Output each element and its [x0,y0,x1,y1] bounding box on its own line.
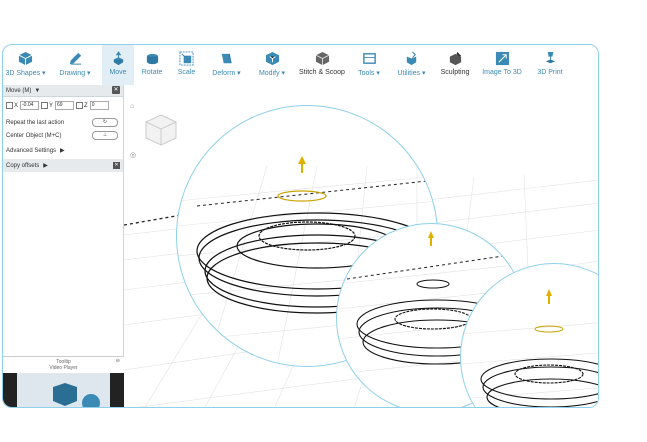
center-row: Center Object (M+C) ⊥ [3,129,123,142]
tool-label: 3D Print [537,69,563,76]
expand-arrow-icon: ▶ [60,148,65,154]
tool-stitch-scoop[interactable]: Stitch & Scoop [294,45,350,85]
video-player: Tooltip ⊖ Video Player [3,356,124,407]
move-panel: Move (M) ▼ ✕ X -0.04 Y 69 Z 0 Repeat the… [3,85,124,407]
target-icon[interactable]: ◎ [130,151,136,159]
view-cube[interactable] [144,113,178,147]
y-lock-checkbox[interactable] [41,102,49,109]
tool-image-to-3d[interactable]: Image To 3D [475,45,529,85]
close-icon[interactable]: ✕ [112,86,120,94]
tool-label: Image To 3D [482,69,522,76]
tool-label: Tools ▾ [358,70,380,77]
tool-label: Sculpting [440,69,470,76]
sculpt-icon [449,51,461,66]
video-preview [3,373,124,407]
tools-icon [362,53,376,64]
minimize-icon[interactable]: ⊖ [116,358,120,364]
tool-drawing[interactable]: Drawing ▾ [48,45,102,85]
print-icon [545,51,555,64]
close-icon[interactable]: ✕ [113,162,120,169]
pen-icon [69,52,81,65]
repeat-button[interactable]: ↻ [92,118,118,127]
tool-label: Modify ▾ [258,70,286,77]
expand-arrow-icon: ▶ [43,163,48,169]
tool-label: Deform ▾ [212,70,241,77]
image-3d-icon [495,51,509,66]
home-icon[interactable]: ⌂ [130,103,134,110]
tool-3d-print[interactable]: 3D Print [529,45,571,85]
stitch-icon [315,51,329,66]
tool-label: Move [109,69,127,76]
z-label: Z [84,102,88,109]
tool-rotate[interactable]: Rotate [134,45,170,85]
repeat-row: Repeat the last action ↻ [3,116,123,129]
move-icon [113,51,123,66]
tool-label: 3D Shapes ▾ [5,70,46,77]
x-input[interactable]: -0.04 [20,101,40,110]
tool-tools[interactable]: Tools ▾ [350,45,388,85]
collapse-icon[interactable]: ▼ [34,88,40,94]
z-input[interactable]: 0 [89,101,109,110]
toolbar: 3D Shapes ▾ Drawing ▾ Move Rotate Scale … [3,45,598,86]
scale-icon [179,51,194,66]
tool-label: Drawing ▾ [59,70,91,77]
tool-label: Rotate [141,69,163,76]
copy-offsets-label: Copy offsets [6,162,40,169]
tool-label: Stitch & Scoop [299,69,345,76]
copy-offsets-toggle[interactable]: Copy offsets ▶ ✕ [3,159,123,172]
tool-move[interactable]: Move [102,45,134,85]
utilities-icon [406,51,417,66]
tool-deform[interactable]: Deform ▾ [203,45,250,85]
x-label: X [14,102,19,109]
tool-3d-shapes[interactable]: 3D Shapes ▾ [3,45,48,85]
video-title: Video Player [49,365,78,371]
center-button[interactable]: ⊥ [92,131,118,140]
rotate-icon [146,53,158,65]
advanced-label: Advanced Settings [6,147,57,154]
tool-sculpting[interactable]: Sculpting [435,45,475,85]
tool-utilities[interactable]: Utilities ▾ [388,45,435,85]
panel-title: Move (M) [6,87,32,94]
app-window: 3D Shapes ▾ Drawing ▾ Move Rotate Scale … [2,44,599,408]
cube-icon [18,51,33,66]
deform-icon [221,53,232,64]
tool-label: Scale [177,69,196,76]
x-lock-checkbox[interactable] [6,102,13,109]
modify-icon [265,51,279,66]
y-input[interactable]: 69 [55,101,75,110]
advanced-settings-toggle[interactable]: Advanced Settings ▶ [3,144,123,157]
tool-modify[interactable]: Modify ▾ [250,45,294,85]
move-panel-header: Move (M) ▼ ✕ [3,85,123,97]
video-thumbnail[interactable] [3,373,124,407]
z-lock-checkbox[interactable] [76,102,84,109]
tool-scale[interactable]: Scale [170,45,203,85]
y-label: Y [49,102,54,109]
coordinate-row: X -0.04 Y 69 Z 0 [3,99,123,112]
center-label: Center Object (M+C) [6,132,62,139]
repeat-label: Repeat the last action [6,119,65,126]
tool-label: Utilities ▾ [397,70,426,77]
3d-viewport[interactable]: ⌂ ◎ [124,85,598,407]
